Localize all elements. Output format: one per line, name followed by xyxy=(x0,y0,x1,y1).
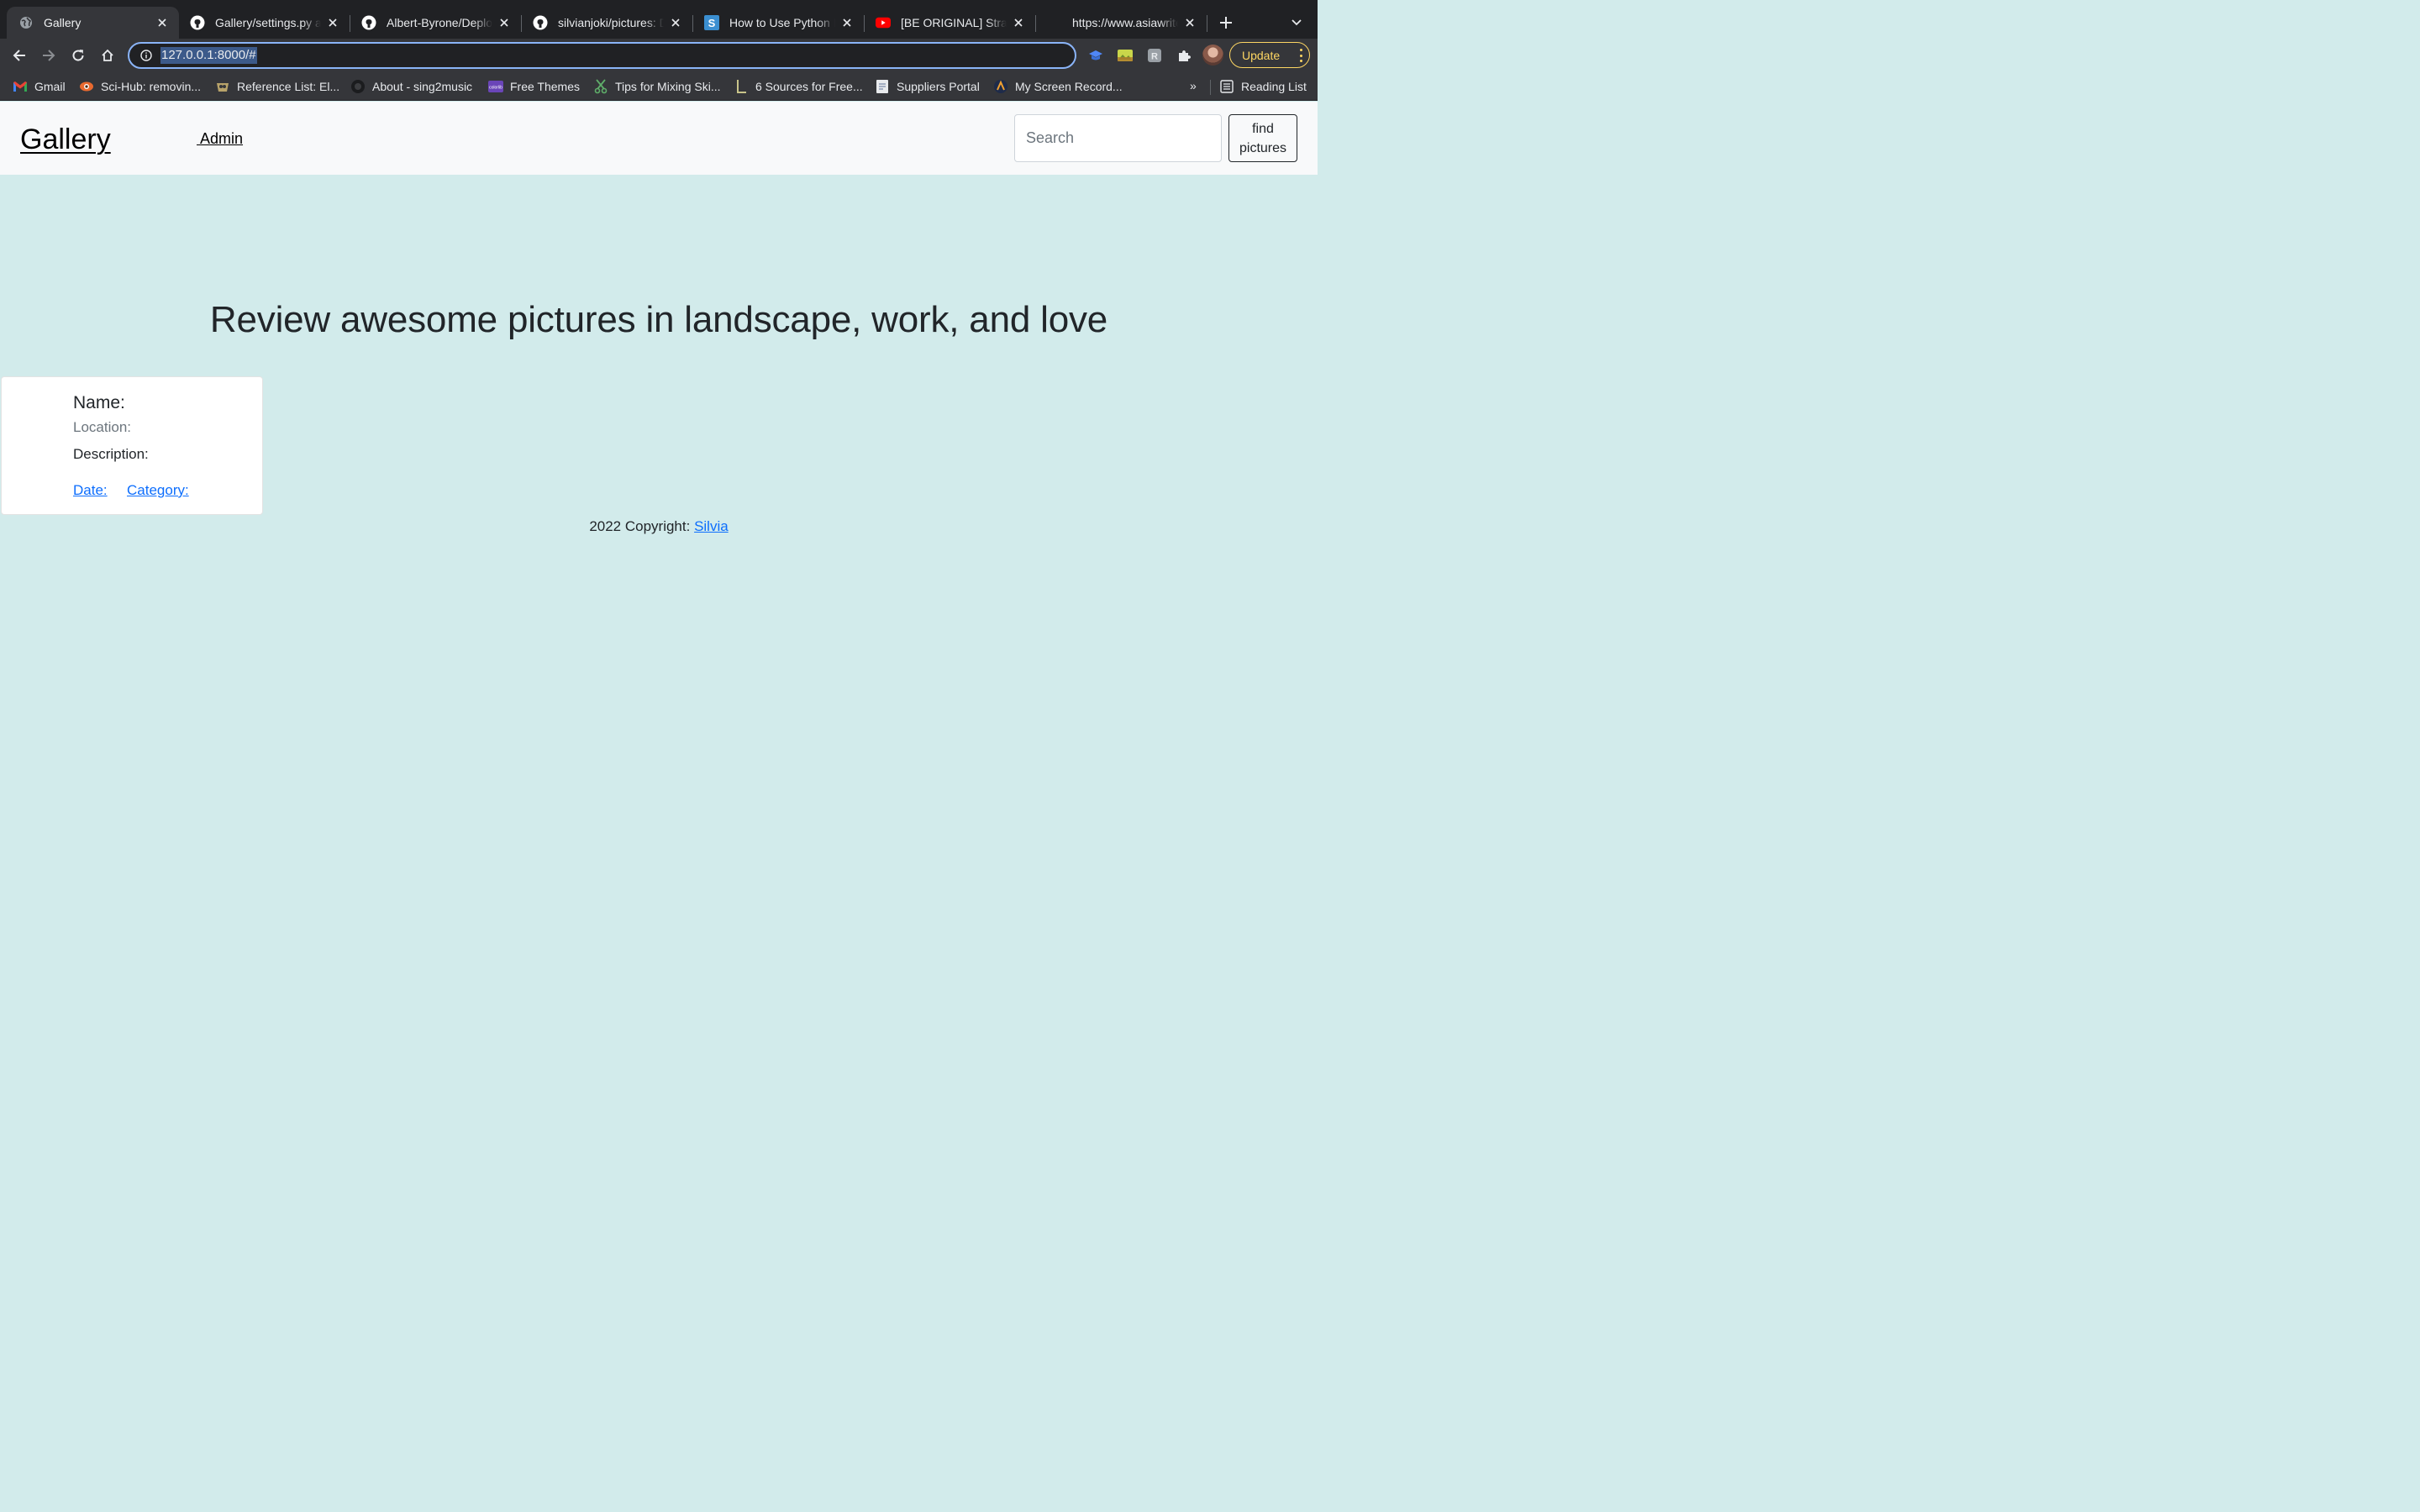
bookmark-sing2music[interactable]: About - sing2music xyxy=(350,78,472,95)
reload-button[interactable] xyxy=(66,44,90,67)
browser-toolbar: 127.0.0.1:8000/# R Update xyxy=(0,39,1318,72)
close-icon[interactable] xyxy=(155,16,169,29)
new-tab-button[interactable] xyxy=(1215,12,1237,34)
bookmark-reference-list[interactable]: Reference List: El... xyxy=(215,78,339,95)
reading-list-button[interactable]: Reading List xyxy=(1219,78,1307,95)
search-input[interactable] xyxy=(1014,114,1222,162)
colorlib-icon: colorlib xyxy=(488,79,503,94)
card-name-label: Name: xyxy=(73,393,125,412)
reload-icon xyxy=(72,50,84,61)
tab-title: [BE ORIGINAL] Stray xyxy=(901,16,1007,29)
forward-button[interactable] xyxy=(37,44,60,67)
profile-avatar[interactable] xyxy=(1202,45,1223,66)
tab-title: https://www.asiawrite xyxy=(1072,16,1178,29)
close-icon[interactable] xyxy=(1183,16,1197,29)
card-location-label: Location: xyxy=(73,419,131,435)
url-text[interactable]: 127.0.0.1:8000/# xyxy=(160,47,257,64)
card-category-link[interactable]: Category: xyxy=(127,482,189,499)
page-footer: 2022 Copyright: Silvia xyxy=(0,518,1318,535)
tab-search-button[interactable] xyxy=(1287,13,1306,32)
page-title: Review awesome pictures in landscape, wo… xyxy=(209,299,1108,340)
site-navbar: Gallery Admin find pictures xyxy=(0,102,1318,175)
github-icon xyxy=(361,15,376,30)
tab-stray[interactable]: [BE ORIGINAL] Stray xyxy=(864,7,1035,39)
brand-link[interactable]: Gallery xyxy=(20,123,111,156)
svg-text:colorlib: colorlib xyxy=(489,86,502,91)
home-icon xyxy=(102,49,113,61)
github-icon xyxy=(190,15,205,30)
forward-arrow-icon xyxy=(43,50,55,61)
bookmarks-bar: Gmail Sci-Hub: removin... Reference List… xyxy=(0,72,1318,101)
tab-title: Gallery/settings.py at xyxy=(215,16,321,29)
circle-icon xyxy=(350,79,366,94)
close-icon[interactable] xyxy=(1012,16,1025,29)
gmail-icon xyxy=(13,79,28,94)
update-label: Update xyxy=(1242,48,1281,62)
tab-title: How to Use Python D xyxy=(729,16,835,29)
extension-r-icon[interactable]: R xyxy=(1145,46,1164,65)
picture-card: Name: Location: Description: Date: Categ… xyxy=(1,376,263,515)
svg-text:R: R xyxy=(1151,52,1158,62)
scihub-icon xyxy=(79,79,94,94)
back-arrow-icon xyxy=(13,50,25,61)
home-button[interactable] xyxy=(96,44,119,67)
browser-tab-strip: Gallery Gallery/settings.py at Albert-By… xyxy=(0,0,1318,39)
author-link[interactable]: Silvia xyxy=(694,518,729,534)
bookmark-suppliers-portal[interactable]: Suppliers Portal xyxy=(875,78,980,95)
tab-pictures-repo[interactable]: silvianjoki/pictures: Dj xyxy=(521,7,692,39)
bookmark-screen-record[interactable]: My Screen Record... xyxy=(993,78,1123,95)
tab-python-d[interactable]: S How to Use Python D xyxy=(692,7,864,39)
card-date-link[interactable]: Date: xyxy=(73,482,108,499)
plus-icon xyxy=(1220,17,1232,29)
admin-link[interactable]: Admin xyxy=(197,130,243,148)
card-description-label: Description: xyxy=(73,446,149,462)
tab-settings-py[interactable]: Gallery/settings.py at xyxy=(178,7,350,39)
bookmark-tips-mixing[interactable]: Tips for Mixing Ski... xyxy=(593,78,721,95)
update-button[interactable]: Update xyxy=(1229,42,1310,68)
tab-title: Gallery xyxy=(44,16,82,29)
tab-asiawrite[interactable]: https://www.asiawrite xyxy=(1035,7,1207,39)
blank-icon xyxy=(1047,15,1062,30)
extension-graduation-icon[interactable] xyxy=(1086,46,1105,65)
close-icon[interactable] xyxy=(840,16,854,29)
chevron-down-icon xyxy=(1292,19,1302,26)
close-icon[interactable] xyxy=(326,16,339,29)
record-icon xyxy=(993,79,1008,94)
svg-text:S: S xyxy=(708,17,716,29)
info-icon[interactable] xyxy=(139,49,153,62)
bookmark-scihub[interactable]: Sci-Hub: removin... xyxy=(79,78,201,95)
find-pictures-button[interactable]: find pictures xyxy=(1228,114,1297,162)
address-bar[interactable]: 127.0.0.1:8000/# xyxy=(128,42,1076,69)
extension-image-icon[interactable] xyxy=(1116,46,1134,65)
copyright-text: 2022 Copyright: xyxy=(589,518,695,534)
l-icon xyxy=(734,79,749,94)
doc-icon xyxy=(875,79,890,94)
bookmarks-overflow-button[interactable]: » xyxy=(1190,79,1197,92)
bookmark-6-sources[interactable]: 6 Sources for Free... xyxy=(734,78,863,95)
tab-title: silvianjoki/pictures: Dj xyxy=(558,16,664,29)
tab-gallery[interactable]: Gallery xyxy=(7,7,179,39)
youtube-icon xyxy=(876,15,891,30)
bookmark-gmail[interactable]: Gmail xyxy=(13,78,66,95)
tab-title: Albert-Byrone/Deploy xyxy=(387,16,492,29)
github-icon xyxy=(533,15,548,30)
bookmark-free-themes[interactable]: colorlib Free Themes xyxy=(488,78,580,95)
close-icon[interactable] xyxy=(497,16,511,29)
owl-icon xyxy=(215,79,230,94)
extensions-puzzle-icon[interactable] xyxy=(1175,46,1193,65)
s-icon: S xyxy=(704,15,719,30)
scissors-icon xyxy=(593,79,608,94)
globe-icon xyxy=(18,15,34,30)
back-button[interactable] xyxy=(8,44,31,67)
reading-list-icon xyxy=(1219,79,1234,94)
more-vert-icon xyxy=(1299,49,1302,62)
close-icon[interactable] xyxy=(669,16,682,29)
bookmarks-divider xyxy=(1210,80,1211,95)
tab-deploy[interactable]: Albert-Byrone/Deploy xyxy=(350,7,521,39)
